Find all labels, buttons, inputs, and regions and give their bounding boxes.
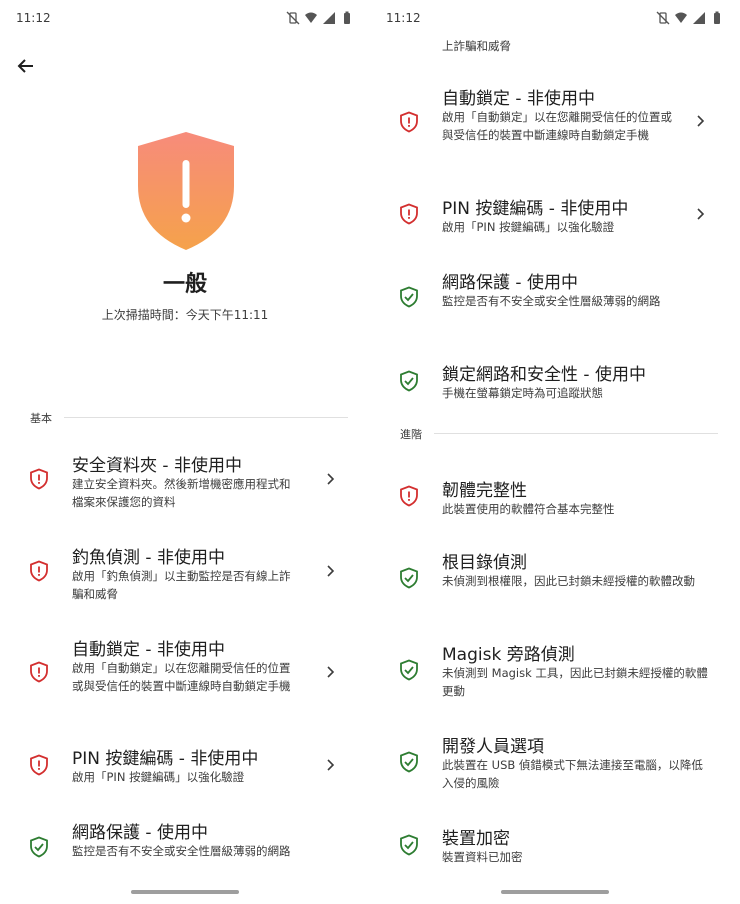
item-description: 未偵測到 Magisk 工具，因此已封鎖未經授權的軟體更動 <box>442 666 708 698</box>
shield-check-icon <box>400 370 418 392</box>
scrolled-item-description: 上詐騙和威脅 <box>442 39 511 53</box>
item-description: 裝置資料已加密 <box>442 850 523 864</box>
list-item-auto-lock[interactable]: 自動鎖定 - 非使用中 啟用「自動鎖定」以在您離開受信任的位置或與受信任的裝置中… <box>0 632 370 724</box>
last-scan-time: 上次掃描時間：今天下午11:11 <box>101 308 269 322</box>
shield-alert-icon <box>30 661 48 683</box>
item-description: 啟用「自動鎖定」以在您離開受信任的位置或與受信任的裝置中斷連線時自動鎖定手機 <box>442 110 672 142</box>
shield-warning-icon <box>138 132 234 250</box>
navigation-handle[interactable] <box>131 890 239 894</box>
item-description: 手機在螢幕鎖定時為可追蹤狀態 <box>442 386 603 400</box>
shield-check-icon <box>400 834 418 856</box>
list-item-magisk-detection[interactable]: Magisk 旁路偵測 未偵測到 Magisk 工具，因此已封鎖未經授權的軟體更… <box>370 640 740 710</box>
status-icons <box>656 10 724 25</box>
shield-check-icon <box>30 836 48 858</box>
shield-check-icon <box>400 751 418 773</box>
vibrate-off-icon <box>286 10 300 25</box>
battery-icon <box>340 10 354 24</box>
item-title: 網路保護 - 使用中 <box>442 273 578 293</box>
chevron-right-icon <box>327 473 335 485</box>
item-title: 根目錄偵測 <box>442 553 527 573</box>
status-icons <box>286 10 354 25</box>
section-header-basic: 基本 <box>30 412 52 425</box>
shield-alert-icon <box>30 468 48 490</box>
item-description: 啟用「自動鎖定」以在您離開受信任的位置或與受信任的裝置中斷連線時自動鎖定手機 <box>72 661 291 693</box>
chevron-right-icon <box>327 759 335 771</box>
item-description: 監控是否有不安全或安全性層級薄弱的網路 <box>72 844 291 858</box>
status-bar: 11:12 <box>0 0 370 36</box>
list-item-pin-scramble[interactable]: PIN 按鍵編碼 - 非使用中 啟用「PIN 按鍵編碼」以強化驗證 <box>0 744 370 806</box>
shield-check-icon <box>400 286 418 308</box>
item-title: PIN 按鍵編碼 - 非使用中 <box>72 749 259 769</box>
page-title: 一般 <box>162 272 207 297</box>
item-title: 網路保護 - 使用中 <box>72 823 208 843</box>
shield-alert-icon <box>400 203 418 225</box>
shield-check-icon <box>400 659 418 681</box>
section-divider <box>64 417 348 418</box>
shield-check-icon <box>400 567 418 589</box>
list-item-root-detection[interactable]: 根目錄偵測 未偵測到根權限，因此已封鎖未經授權的軟體改動 <box>370 548 740 618</box>
item-description: 建立安全資料夾。然後新增機密應用程式和檔案來保護您的資料 <box>72 477 291 509</box>
item-title: 開發人員選項 <box>442 737 544 757</box>
list-item-pin-scramble[interactable]: PIN 按鍵編碼 - 非使用中 啟用「PIN 按鍵編碼」以強化驗證 <box>370 194 740 250</box>
right-screen: 11:12 上詐騙和威脅 自動鎖定 - 非使用中 啟用「自動鎖定」以在您離開受信… <box>370 0 740 904</box>
item-title: 鎖定網路和安全性 - 使用中 <box>442 365 646 385</box>
list-item-phishing-detection[interactable]: 釣魚偵測 - 非使用中 啟用「釣魚偵測」以主動監控是否有線上詐騙和威脅 <box>0 540 370 620</box>
wifi-icon <box>674 10 688 24</box>
vibrate-off-icon <box>656 10 670 25</box>
navigation-handle[interactable] <box>501 890 609 894</box>
signal-icon <box>692 10 706 24</box>
chevron-right-icon <box>327 565 335 577</box>
list-item-secure-folder[interactable]: 安全資料夾 - 非使用中 建立安全資料夾。然後新增機密應用程式和檔案來保護您的資… <box>0 448 370 528</box>
section-divider <box>434 433 718 434</box>
shield-alert-icon <box>30 560 48 582</box>
list-item-network-protection[interactable]: 網路保護 - 使用中 監控是否有不安全或安全性層級薄弱的網路 <box>370 268 740 338</box>
battery-icon <box>710 10 724 24</box>
item-description: 未偵測到根權限，因此已封鎖未經授權的軟體改動 <box>442 574 695 588</box>
chevron-right-icon <box>697 208 705 220</box>
shield-alert-icon <box>30 754 48 776</box>
list-item-lock-network-security[interactable]: 鎖定網路和安全性 - 使用中 手機在螢幕鎖定時為可追蹤狀態 <box>370 360 740 410</box>
list-item-device-encryption[interactable]: 裝置加密 裝置資料已加密 <box>370 824 740 874</box>
signal-icon <box>322 10 336 24</box>
list-item-firmware-integrity[interactable]: 韌體完整性 此裝置使用的軟體符合基本完整性 <box>370 476 740 526</box>
item-title: 安全資料夾 - 非使用中 <box>72 456 242 476</box>
section-header-advanced: 進階 <box>400 428 422 441</box>
item-title: PIN 按鍵編碼 - 非使用中 <box>442 199 629 219</box>
item-title: Magisk 旁路偵測 <box>442 645 575 665</box>
item-title: 韌體完整性 <box>442 481 527 501</box>
arrow-left-icon <box>17 59 33 73</box>
list-item-developer-options[interactable]: 開發人員選項 此裝置在 USB 偵錯模式下無法連接至電腦，以降低入侵的風險 <box>370 732 740 802</box>
list-item-network-protection[interactable]: 網路保護 - 使用中 監控是否有不安全或安全性層級薄弱的網路 <box>0 818 370 888</box>
shield-alert-icon <box>400 111 418 133</box>
list-item-auto-lock[interactable]: 自動鎖定 - 非使用中 啟用「自動鎖定」以在您離開受信任的位置或與受信任的裝置中… <box>370 84 740 176</box>
chevron-right-icon <box>327 666 335 678</box>
item-description: 啟用「PIN 按鍵編碼」以強化驗證 <box>442 220 615 234</box>
left-screen: 11:12 一般 上次掃描時間：今天下午11:11 基本 安全資料夾 - 非使用… <box>0 0 370 904</box>
status-bar: 11:12 <box>370 0 740 36</box>
item-description: 啟用「PIN 按鍵編碼」以強化驗證 <box>72 770 245 784</box>
item-description: 此裝置在 USB 偵錯模式下無法連接至電腦，以降低入侵的風險 <box>442 758 703 790</box>
item-title: 自動鎖定 - 非使用中 <box>72 640 225 660</box>
back-button[interactable] <box>12 52 40 80</box>
item-title: 自動鎖定 - 非使用中 <box>442 89 595 109</box>
shield-alert-icon <box>400 485 418 507</box>
item-description: 此裝置使用的軟體符合基本完整性 <box>442 502 615 516</box>
chevron-right-icon <box>697 115 705 127</box>
item-title: 裝置加密 <box>442 829 510 849</box>
item-description: 啟用「釣魚偵測」以主動監控是否有線上詐騙和威脅 <box>72 569 291 601</box>
status-time: 11:12 <box>16 11 51 25</box>
item-title: 釣魚偵測 - 非使用中 <box>72 548 225 568</box>
item-description: 監控是否有不安全或安全性層級薄弱的網路 <box>442 294 661 308</box>
status-time: 11:12 <box>386 11 421 25</box>
wifi-icon <box>304 10 318 24</box>
